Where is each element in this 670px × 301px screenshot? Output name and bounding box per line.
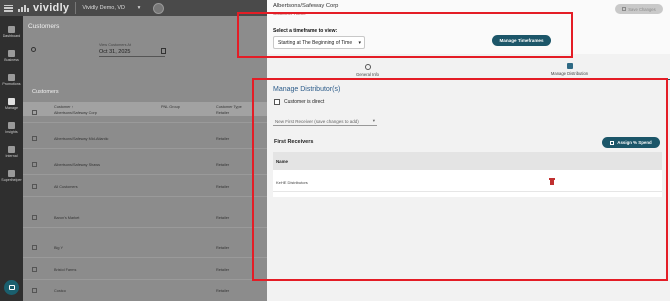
chevron-down-icon: ▾ xyxy=(137,5,141,11)
row-checkbox[interactable] xyxy=(32,184,37,189)
wrench-icon xyxy=(8,146,15,153)
sidebar-item-manage[interactable]: Manage xyxy=(0,92,23,116)
truck-icon xyxy=(566,63,573,69)
tab-general-info[interactable]: General Info xyxy=(267,60,468,80)
logo-mark-icon xyxy=(18,4,30,12)
company-name: Albertsons/Safeway Corp xyxy=(273,3,339,9)
search-icon xyxy=(31,47,36,52)
row-divider xyxy=(23,122,267,123)
logo-text: vividly xyxy=(33,2,70,14)
row-checkbox[interactable] xyxy=(32,267,37,272)
highlight-timeframe-area xyxy=(237,12,573,58)
row-checkbox[interactable] xyxy=(32,136,37,141)
sidebar-item-business[interactable]: Business xyxy=(0,44,23,68)
calendar-icon[interactable] xyxy=(161,48,166,54)
highlight-distribution-area xyxy=(252,78,668,281)
organization-select[interactable]: Vividly Demo, VD ▾ xyxy=(75,2,143,14)
tag-icon xyxy=(8,74,15,81)
row-checkbox[interactable] xyxy=(32,110,37,115)
app-logo[interactable]: vividly xyxy=(18,2,69,14)
date-field[interactable]: Oct 31, 2025 xyxy=(99,49,165,57)
hamburger-menu-icon[interactable] xyxy=(4,4,13,13)
row-divider xyxy=(23,196,267,197)
row-checkbox[interactable] xyxy=(32,245,37,250)
chat-button[interactable] xyxy=(4,280,19,295)
sidebar-item-dashboard[interactable]: Dashboard xyxy=(0,20,23,44)
sidebar-item-promotions[interactable]: Promotions xyxy=(0,68,23,92)
sidebar-item-internal[interactable]: Internal xyxy=(0,140,23,164)
sidebar: Dashboard Business Promotions Manage Ins… xyxy=(0,16,23,301)
customers-section-title: Customers xyxy=(32,89,59,95)
user-avatar[interactable] xyxy=(153,2,165,14)
people-icon xyxy=(8,98,15,105)
column-header-pnl-group[interactable]: PNL Group xyxy=(161,105,180,109)
row-checkbox[interactable] xyxy=(32,162,37,167)
top-bar: vividly Vividly Demo, VD ▾ xyxy=(0,0,267,16)
row-checkbox[interactable] xyxy=(32,215,37,220)
chat-icon xyxy=(8,285,15,290)
search-button[interactable] xyxy=(31,47,41,57)
organization-name: Vividly Demo, VD xyxy=(82,5,126,11)
chart-icon xyxy=(8,122,15,129)
globe-icon xyxy=(364,63,371,70)
building-icon xyxy=(8,50,15,57)
user-icon xyxy=(8,170,15,177)
save-changes-button[interactable]: Save Changes xyxy=(615,4,663,14)
column-header-customer[interactable]: Customer ↑ xyxy=(54,105,73,109)
row-divider xyxy=(23,279,267,280)
row-divider xyxy=(23,227,267,228)
row-checkbox[interactable] xyxy=(32,288,37,293)
column-header-customer-type[interactable]: Customer Type xyxy=(216,105,242,109)
grid-icon xyxy=(8,26,15,33)
date-field-label: View Customers At xyxy=(99,43,132,47)
tab-bar: General Info Manage Distribution xyxy=(267,60,670,80)
customers-page-background: Customers View Customers At Oct 31, 2025… xyxy=(23,16,267,301)
sidebar-item-superhelper[interactable]: Superlhelper xyxy=(0,164,23,188)
row-divider xyxy=(23,174,267,175)
save-icon xyxy=(622,7,627,11)
row-divider xyxy=(23,148,267,149)
tab-manage-distribution[interactable]: Manage Distribution xyxy=(469,60,670,80)
row-divider xyxy=(23,257,267,258)
page-title: Customers xyxy=(28,23,60,30)
sidebar-item-insights[interactable]: Insights xyxy=(0,116,23,140)
